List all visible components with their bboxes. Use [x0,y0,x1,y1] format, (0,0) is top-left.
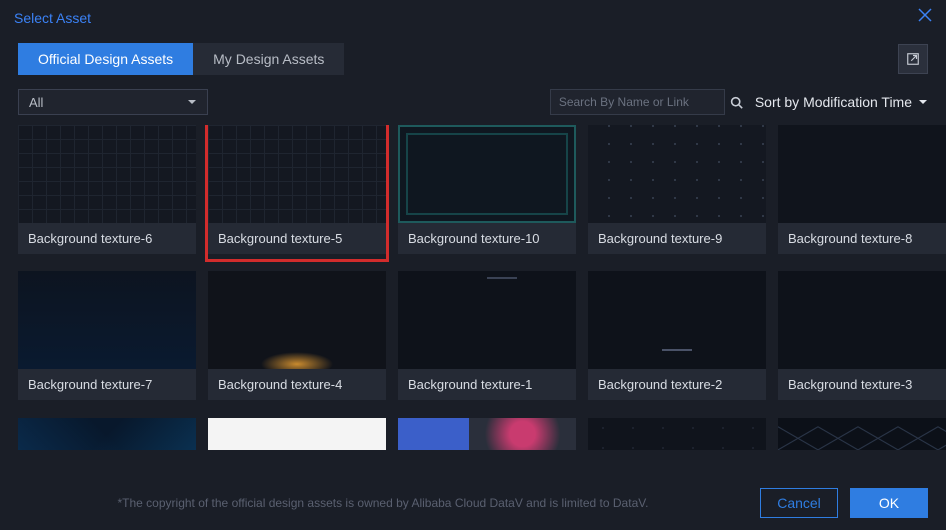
asset-card[interactable] [208,418,386,455]
asset-thumbnail [208,125,386,223]
asset-thumbnail [18,418,196,450]
asset-grid: Background texture-6 Background texture-5… [0,125,946,455]
asset-thumbnail [398,125,576,223]
dialog-title: Select Asset [14,10,91,26]
asset-thumbnail [778,271,946,369]
asset-thumbnail [588,271,766,369]
asset-thumbnail [18,125,196,223]
category-filter-value: All [29,95,43,110]
open-external-icon [906,52,920,66]
asset-label: Background texture-7 [18,369,196,400]
sort-dropdown[interactable]: Sort by Modification Time [755,94,928,110]
asset-thumbnail [18,271,196,369]
asset-card[interactable] [18,418,196,455]
asset-card[interactable]: Background texture-8 [778,125,946,259]
asset-label: Background texture-4 [208,369,386,400]
asset-card[interactable]: Background texture-2 [588,271,766,405]
chevron-down-icon [187,97,197,107]
cancel-button[interactable]: Cancel [760,488,838,518]
asset-card[interactable]: Background texture-6 [18,125,196,259]
asset-card[interactable]: Background texture-9 [588,125,766,259]
asset-thumbnail [398,271,576,369]
sort-label: Sort by Modification Time [755,94,912,110]
category-filter-dropdown[interactable]: All [18,89,208,115]
open-external-button[interactable] [898,44,928,74]
asset-thumbnail [588,418,766,450]
search-input[interactable] [551,95,722,109]
asset-card[interactable]: Background texture-4 [208,271,386,405]
asset-card[interactable] [588,418,766,455]
asset-card[interactable]: Background texture-3 [778,271,946,405]
asset-label: Background texture-10 [398,223,576,254]
asset-card[interactable]: Background texture-10 [398,125,576,259]
asset-card[interactable]: Background texture-7 [18,271,196,405]
copyright-text: *The copyright of the official design as… [18,496,748,510]
asset-thumbnail [588,125,766,223]
asset-label: Background texture-3 [778,369,946,400]
asset-label: Background texture-5 [208,223,386,254]
asset-label: Background texture-2 [588,369,766,400]
asset-card[interactable]: Background texture-5 [208,125,386,259]
asset-label: Background texture-6 [18,223,196,254]
chevron-down-icon [918,97,928,107]
asset-label: Background texture-9 [588,223,766,254]
asset-thumbnail [208,271,386,369]
search-icon[interactable] [722,96,751,109]
asset-card[interactable] [398,418,576,455]
ok-button[interactable]: OK [850,488,928,518]
search-field[interactable] [550,89,725,115]
tab-official-assets[interactable]: Official Design Assets [18,43,193,75]
asset-card[interactable] [778,418,946,455]
tab-my-assets[interactable]: My Design Assets [193,43,344,75]
close-icon[interactable] [918,8,932,27]
asset-label: Background texture-1 [398,369,576,400]
asset-card[interactable]: Background texture-1 [398,271,576,405]
asset-thumbnail [778,418,946,450]
asset-label: Background texture-8 [778,223,946,254]
asset-thumbnail [398,418,576,450]
asset-thumbnail [208,418,386,450]
asset-thumbnail [778,125,946,223]
